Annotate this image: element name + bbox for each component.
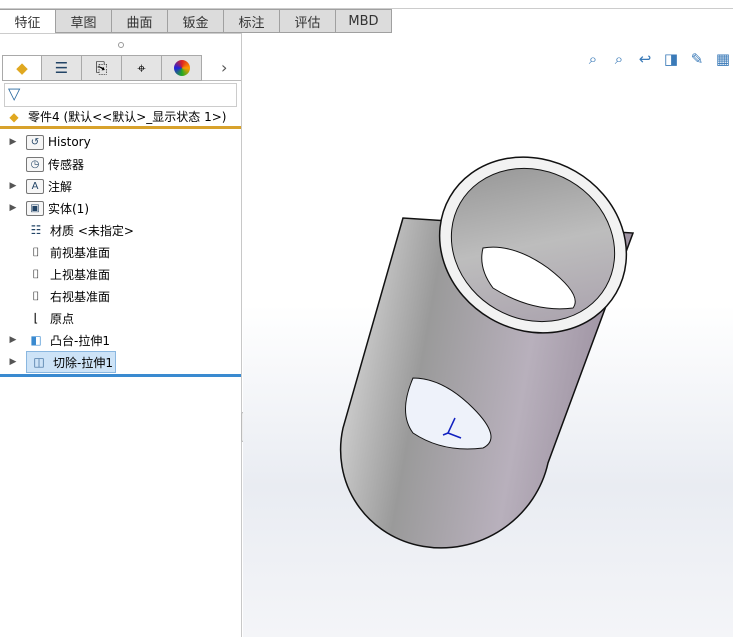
tab-features[interactable]: 特征 xyxy=(0,9,56,33)
cut-extrude-icon: ◫ xyxy=(33,355,45,369)
tab-sheet-metal[interactable]: 钣金 xyxy=(168,9,224,33)
rollback-bar[interactable] xyxy=(0,374,241,377)
panel-grip[interactable] xyxy=(0,33,241,55)
graphics-area[interactable]: ⌕ ⌕ ↩ ◨ ✎ ▦ xyxy=(243,33,733,637)
property-manager-tab[interactable]: ☰ xyxy=(42,55,82,81)
plane-icon: ⌷ xyxy=(32,266,40,281)
tree-item-solid-bodies[interactable]: ▶ ▣ 实体(1) xyxy=(0,197,241,219)
tree-item-label: 上视基准面 xyxy=(50,267,111,282)
tree-item-sensors[interactable]: ◷ 传感器 xyxy=(0,153,241,175)
tab-mbd[interactable]: MBD xyxy=(336,9,392,33)
filter-icon: ▽ xyxy=(8,84,21,103)
expand-arrow-icon[interactable]: ▶ xyxy=(0,357,26,367)
part-name: 零件4 (默认<<默认>_显示状态 1>) xyxy=(28,110,227,124)
tree-item-label: 凸台-拉伸1 xyxy=(50,333,110,348)
filter-field[interactable]: ▽ xyxy=(4,83,237,107)
tree-item-label: 前视基准面 xyxy=(50,245,111,260)
tree-item-label: 右视基准面 xyxy=(50,289,111,304)
tree-item-label: 实体(1) xyxy=(48,201,89,216)
tree-item-front-plane[interactable]: ⌷ 前视基准面 xyxy=(0,241,241,263)
expand-arrow-icon[interactable]: ▶ xyxy=(0,137,26,147)
expand-arrow-icon[interactable]: ▶ xyxy=(0,203,26,213)
feature-manager-panel: ◆ ☰ ⎘ ⌖ › ▽ ◆ 零件4 (默认<<默认>_显示状态 1>) ▶ ↺ Hi… xyxy=(0,33,242,637)
tree-item-label: 注解 xyxy=(48,179,73,194)
boss-extrude-icon: ◧ xyxy=(30,333,42,347)
tree-item-cut-extrude[interactable]: ▶ ◫ 切除-拉伸1 xyxy=(0,351,241,373)
tree-item-label: History xyxy=(48,135,91,149)
expand-arrow-icon[interactable]: ▶ xyxy=(0,181,26,191)
tree-item-label: 原点 xyxy=(50,311,75,326)
tree-item-top-plane[interactable]: ⌷ 上视基准面 xyxy=(0,263,241,285)
tree-item-origin[interactable]: ⌊ 原点 xyxy=(0,307,241,329)
tree-item-material[interactable]: ☷ 材质 <未指定> xyxy=(0,219,241,241)
part-icon: ◆ xyxy=(16,59,28,77)
annotation-folder-icon: A xyxy=(26,178,44,194)
display-manager-tab[interactable] xyxy=(162,55,202,81)
more-tabs-chevron-icon[interactable]: › xyxy=(221,55,241,80)
tree-root[interactable]: ◆ 零件4 (默认<<默认>_显示状态 1>) xyxy=(0,107,241,129)
tree-item-history[interactable]: ▶ ↺ History xyxy=(0,131,241,153)
origin-icon: ⌊ xyxy=(33,311,39,325)
dimxpert-tab[interactable]: ⌖ xyxy=(122,55,162,81)
tab-surfaces[interactable]: 曲面 xyxy=(112,9,168,33)
tree-item-label: 切除-拉伸1 xyxy=(53,355,113,370)
tree-item-label: 传感器 xyxy=(48,157,85,172)
tree-item-boss-extrude[interactable]: ▶ ◧ 凸台-拉伸1 xyxy=(0,329,241,351)
history-folder-icon: ↺ xyxy=(26,134,44,150)
material-icon: ☷ xyxy=(30,223,42,237)
property-list-icon: ☰ xyxy=(54,59,69,77)
crosshair-icon: ⌖ xyxy=(137,59,146,77)
tab-evaluate[interactable]: 评估 xyxy=(280,9,336,33)
part-model xyxy=(339,156,635,549)
feature-manager-tab[interactable]: ◆ xyxy=(2,55,42,81)
expand-arrow-icon[interactable]: ▶ xyxy=(0,335,26,345)
plane-icon: ⌷ xyxy=(32,288,40,303)
sensor-folder-icon: ◷ xyxy=(26,156,44,172)
plane-icon: ⌷ xyxy=(32,244,40,259)
command-manager-tabs: 特征 草图 曲面 钣金 标注 评估 MBD xyxy=(0,9,392,33)
feature-tree: ▶ ↺ History ◷ 传感器 ▶ A 注解 ▶ ▣ 实体(1) ☷ 材质 <未指定> ⌷ 前… xyxy=(0,129,241,377)
top-toolbar-strip xyxy=(0,0,733,9)
tab-sketch[interactable]: 草图 xyxy=(56,9,112,33)
tree-item-right-plane[interactable]: ⌷ 右视基准面 xyxy=(0,285,241,307)
configuration-manager-tab[interactable]: ⎘ xyxy=(82,55,122,81)
tree-item-annotations[interactable]: ▶ A 注解 xyxy=(0,175,241,197)
tree-item-label: 材质 <未指定> xyxy=(50,223,134,238)
solid-body-folder-icon: ▣ xyxy=(26,200,44,216)
configuration-icon: ⎘ xyxy=(95,59,108,77)
color-ball-icon xyxy=(173,60,190,76)
part-icon: ◆ xyxy=(9,109,19,124)
tab-markup[interactable]: 标注 xyxy=(224,9,280,33)
